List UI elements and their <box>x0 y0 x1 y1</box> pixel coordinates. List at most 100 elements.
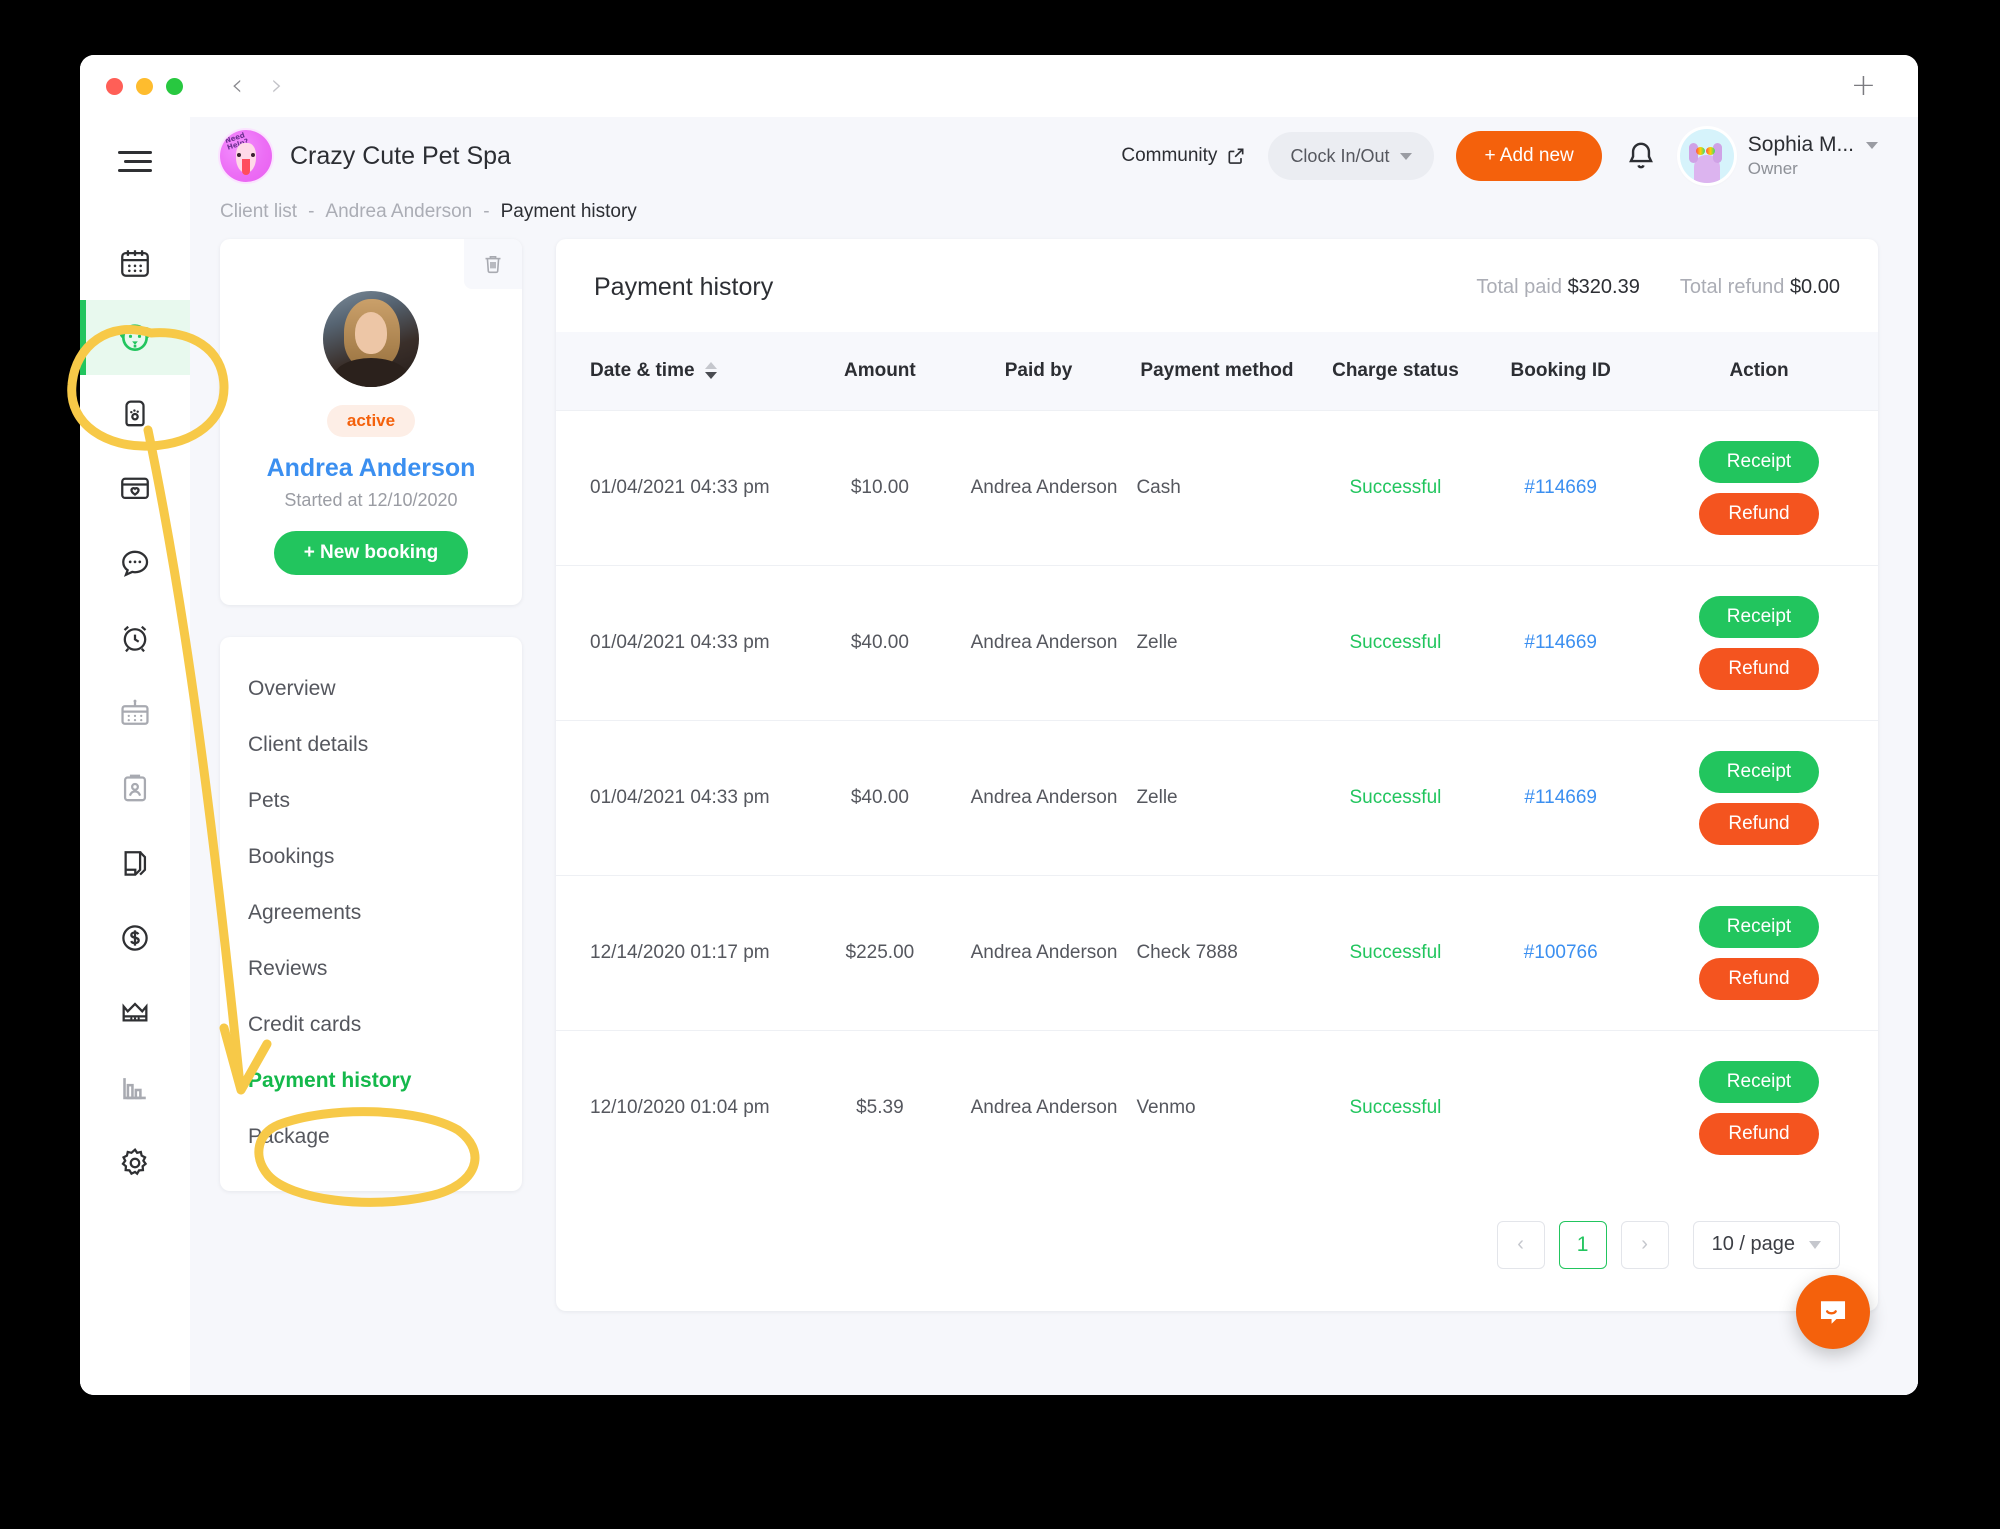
page-size-select[interactable]: 10 / page <box>1693 1221 1840 1269</box>
cell-booking-id[interactable]: #114669 <box>1481 565 1640 720</box>
community-link[interactable]: Community <box>1121 145 1246 167</box>
brand-name: Crazy Cute Pet Spa <box>290 142 511 171</box>
booking-id-link[interactable]: #114669 <box>1524 632 1597 653</box>
table-header-row: Date & time Amount Paid by Payment metho… <box>556 332 1878 410</box>
sidebar-item-pets[interactable] <box>80 375 190 450</box>
breadcrumb-item-client-name[interactable]: Andrea Anderson <box>325 201 472 223</box>
new-booking-button[interactable]: + New booking <box>274 531 469 575</box>
browser-navigation[interactable]: ‹ › <box>231 71 283 101</box>
intercom-chat-icon <box>1814 1293 1852 1331</box>
booking-id-link[interactable]: #114669 <box>1524 477 1597 498</box>
sidebar-item-clients[interactable] <box>80 300 190 375</box>
column-header-date-time[interactable]: Date & time <box>556 332 807 410</box>
nav-item-package[interactable]: Package <box>220 1109 522 1165</box>
pagination: ‹ 1 › 10 / page <box>556 1185 1878 1311</box>
close-window-button[interactable] <box>106 78 123 95</box>
titlebar: ‹ › + <box>80 55 1918 117</box>
pagination-next-button[interactable]: › <box>1621 1221 1669 1269</box>
refund-button[interactable]: Refund <box>1699 648 1819 690</box>
sidebar-item-reports[interactable] <box>80 1050 190 1125</box>
cell-booking-id[interactable]: #100766 <box>1481 875 1640 1030</box>
sidebar-item-schedule[interactable] <box>80 675 190 750</box>
nav-item-client-details[interactable]: Client details <box>220 717 522 773</box>
sidebar-item-payments[interactable] <box>80 900 190 975</box>
cell-action: Receipt Refund <box>1640 1030 1878 1185</box>
note-pen-icon <box>118 846 152 880</box>
panel-header: Payment history Total paid $320.39 Total… <box>556 239 1878 332</box>
cell-charge-status: Successful <box>1310 875 1482 1030</box>
calendar-icon <box>118 246 152 280</box>
sidebar-item-calendar[interactable] <box>80 225 190 300</box>
status-badge: active <box>327 405 415 437</box>
maximize-window-button[interactable] <box>166 78 183 95</box>
brand[interactable]: Need Help? Crazy Cute Pet Spa <box>220 130 511 182</box>
sidebar-item-premium[interactable] <box>80 975 190 1050</box>
sidebar-item-reminders[interactable] <box>80 600 190 675</box>
receipt-button[interactable]: Receipt <box>1699 1061 1819 1103</box>
total-refund-value: $0.00 <box>1790 276 1840 298</box>
receipt-button[interactable]: Receipt <box>1699 751 1819 793</box>
intercom-launcher-button[interactable] <box>1796 1275 1870 1349</box>
minimize-window-button[interactable] <box>136 78 153 95</box>
hamburger-icon[interactable] <box>118 151 152 173</box>
cell-date-time: 01/04/2021 04:33 pm <box>556 720 807 875</box>
refund-button[interactable]: Refund <box>1699 803 1819 845</box>
nav-item-overview[interactable]: Overview <box>220 661 522 717</box>
receipt-button[interactable]: Receipt <box>1699 596 1819 638</box>
main-area: Need Help? Crazy Cute Pet Spa Community <box>190 117 1918 1395</box>
pagination-prev-button[interactable]: ‹ <box>1497 1221 1545 1269</box>
bar-chart-icon <box>118 1071 152 1105</box>
nav-item-payment-history[interactable]: Payment history <box>220 1053 522 1109</box>
receipt-button[interactable]: Receipt <box>1699 441 1819 483</box>
delete-client-button[interactable] <box>464 239 522 289</box>
clock-in-out-dropdown[interactable]: Clock In/Out <box>1268 132 1434 180</box>
cell-paid-by: Andrea Anderson <box>953 410 1125 565</box>
new-tab-button[interactable]: + <box>1851 71 1876 101</box>
nav-item-pets[interactable]: Pets <box>220 773 522 829</box>
breadcrumb-item-client-list[interactable]: Client list <box>220 201 297 223</box>
sidebar-item-memberships[interactable] <box>80 450 190 525</box>
receipt-button[interactable]: Receipt <box>1699 906 1819 948</box>
cell-booking-id[interactable]: #114669 <box>1481 410 1640 565</box>
refund-button[interactable]: Refund <box>1699 493 1819 535</box>
window-controls[interactable] <box>106 78 183 95</box>
column-header-charge-status: Charge status <box>1310 332 1482 410</box>
client-profile-card: active Andrea Anderson Started at 12/10/… <box>220 239 522 605</box>
chat-bubble-icon <box>118 546 152 580</box>
user-menu[interactable]: Sophia M... Owner <box>1680 129 1878 183</box>
cell-charge-status: Successful <box>1310 1030 1482 1185</box>
cell-date-time: 12/10/2020 01:04 pm <box>556 1030 807 1185</box>
back-icon[interactable]: ‹ <box>231 71 243 101</box>
table-body: 01/04/2021 04:33 pm $10.00 Andrea Anders… <box>556 410 1878 1185</box>
column-label-date-time: Date & time <box>590 358 695 384</box>
chevron-down-icon <box>1400 153 1412 160</box>
nav-item-reviews[interactable]: Reviews <box>220 941 522 997</box>
nav-item-bookings[interactable]: Bookings <box>220 829 522 885</box>
notification-bell-icon[interactable] <box>1624 139 1658 173</box>
forward-icon[interactable]: › <box>271 71 283 101</box>
payment-history-table: Date & time Amount Paid by Payment metho… <box>556 332 1878 1185</box>
nav-item-agreements[interactable]: Agreements <box>220 885 522 941</box>
cell-payment-method: Zelle <box>1124 720 1309 875</box>
sidebar-item-staff[interactable] <box>80 750 190 825</box>
add-new-button[interactable]: + Add new <box>1456 131 1601 181</box>
browser-window: ‹ › + <box>80 55 1918 1395</box>
table-row: 01/04/2021 04:33 pm $40.00 Andrea Anders… <box>556 565 1878 720</box>
pagination-page-1[interactable]: 1 <box>1559 1221 1607 1269</box>
booking-id-link[interactable]: #100766 <box>1524 942 1598 963</box>
sort-icon[interactable] <box>705 362 717 379</box>
cell-action: Receipt Refund <box>1640 875 1878 1030</box>
refund-button[interactable]: Refund <box>1699 1113 1819 1155</box>
calendar-grid-icon <box>118 696 152 730</box>
client-name[interactable]: Andrea Anderson <box>242 454 500 483</box>
top-bar: Need Help? Crazy Cute Pet Spa Community <box>190 117 1918 195</box>
booking-id-link[interactable]: #114669 <box>1524 787 1597 808</box>
sidebar-item-notes[interactable] <box>80 825 190 900</box>
nav-item-credit-cards[interactable]: Credit cards <box>220 997 522 1053</box>
cell-booking-id[interactable]: #114669 <box>1481 720 1640 875</box>
sidebar-item-messages[interactable] <box>80 525 190 600</box>
sidebar-item-settings[interactable] <box>80 1125 190 1200</box>
dollar-circle-icon <box>118 921 152 955</box>
table-row: 01/04/2021 04:33 pm $40.00 Andrea Anders… <box>556 720 1878 875</box>
refund-button[interactable]: Refund <box>1699 958 1819 1000</box>
